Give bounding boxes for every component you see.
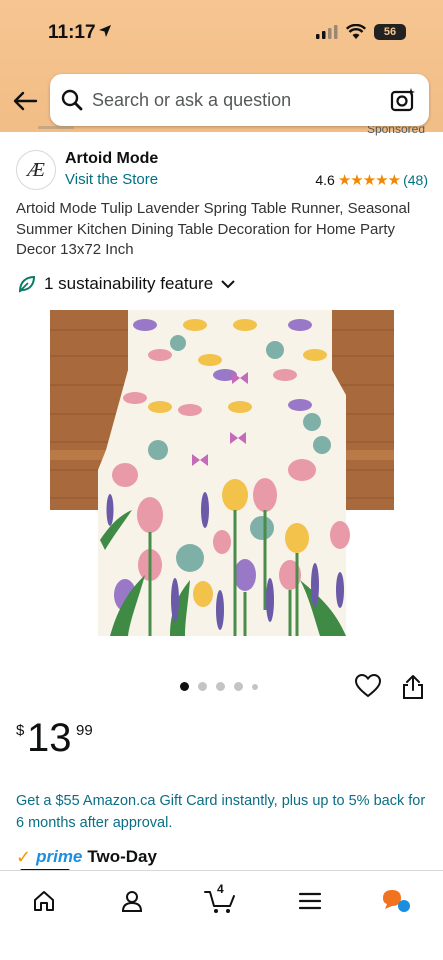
carousel-dot[interactable] <box>180 682 189 691</box>
header: 11:17 56 Search or ask a question <box>0 0 443 132</box>
price-whole: 13 <box>27 716 72 760</box>
camera-search-icon[interactable] <box>390 87 416 113</box>
brand-name: Artoid Mode <box>65 150 159 167</box>
home-icon <box>34 891 54 911</box>
search-bar[interactable]: Search or ask a question <box>50 74 429 126</box>
rating-summary[interactable]: 4.6 ★★★★★ (48) <box>315 171 428 189</box>
nav-account[interactable] <box>112 881 152 921</box>
sustainability-label: 1 sustainability feature <box>44 274 214 293</box>
battery-icon: 56 <box>374 24 406 40</box>
prime-delivery: ✓ prime Two-Day <box>16 846 157 868</box>
price-fraction: 99 <box>76 722 93 739</box>
prime-check-icon: ✓ <box>16 846 32 867</box>
review-count-link[interactable]: (48) <box>403 172 428 188</box>
share-icon[interactable] <box>402 674 424 700</box>
nav-cart[interactable]: 4 <box>200 881 240 921</box>
chevron-down-icon <box>221 280 235 289</box>
carousel-dot[interactable] <box>198 682 207 691</box>
search-input[interactable]: Search or ask a question <box>92 90 291 111</box>
rating-stars-icon: ★★★★★ <box>337 172 401 189</box>
status-bar: 11:17 56 <box>0 0 443 64</box>
bottom-nav: 4 <box>0 870 443 960</box>
status-time: 11:17 <box>48 22 96 43</box>
rufus-icon <box>383 890 410 912</box>
brand-row: Æ Artoid Mode Visit the Store 4.6 ★★★★★ … <box>16 150 428 192</box>
carousel-dot[interactable] <box>252 683 258 690</box>
location-arrow-icon <box>99 25 111 37</box>
back-arrow-icon[interactable] <box>12 88 38 114</box>
product-title: Artoid Mode Tulip Lavender Spring Table … <box>16 200 411 258</box>
sponsored-label: Sponsored <box>366 126 425 136</box>
nav-menu[interactable] <box>290 881 330 921</box>
cart-count: 4 <box>217 882 224 896</box>
nav-rufus[interactable] <box>376 881 416 921</box>
prime-logo: prime <box>36 847 83 866</box>
carousel-dot[interactable] <box>234 682 243 691</box>
previous-item-thumbnail <box>38 126 74 129</box>
leaf-icon <box>18 275 36 293</box>
brand-logo[interactable]: Æ <box>16 150 56 190</box>
wifi-icon <box>346 24 366 39</box>
cellular-signal-icon <box>316 25 338 39</box>
visit-store-link[interactable]: Visit the Store <box>65 171 158 188</box>
gift-card-promo-link[interactable]: Get a $55 Amazon.ca Gift Card instantly,… <box>16 790 436 834</box>
rating-value: 4.6 <box>315 172 335 188</box>
nav-home[interactable] <box>24 881 64 921</box>
product-image[interactable] <box>50 310 394 636</box>
prime-delivery-speed: Two-Day <box>87 847 157 866</box>
sustainability-feature-toggle[interactable]: 1 sustainability feature <box>18 273 235 295</box>
sponsored-peek: Sponsored <box>0 126 443 140</box>
heart-icon[interactable] <box>355 674 381 698</box>
carousel-dot[interactable] <box>216 682 225 691</box>
image-carousel-dots[interactable] <box>180 682 258 691</box>
search-icon <box>61 89 83 111</box>
menu-icon <box>298 892 322 910</box>
price-currency: $ <box>16 722 25 739</box>
account-icon <box>121 891 143 912</box>
